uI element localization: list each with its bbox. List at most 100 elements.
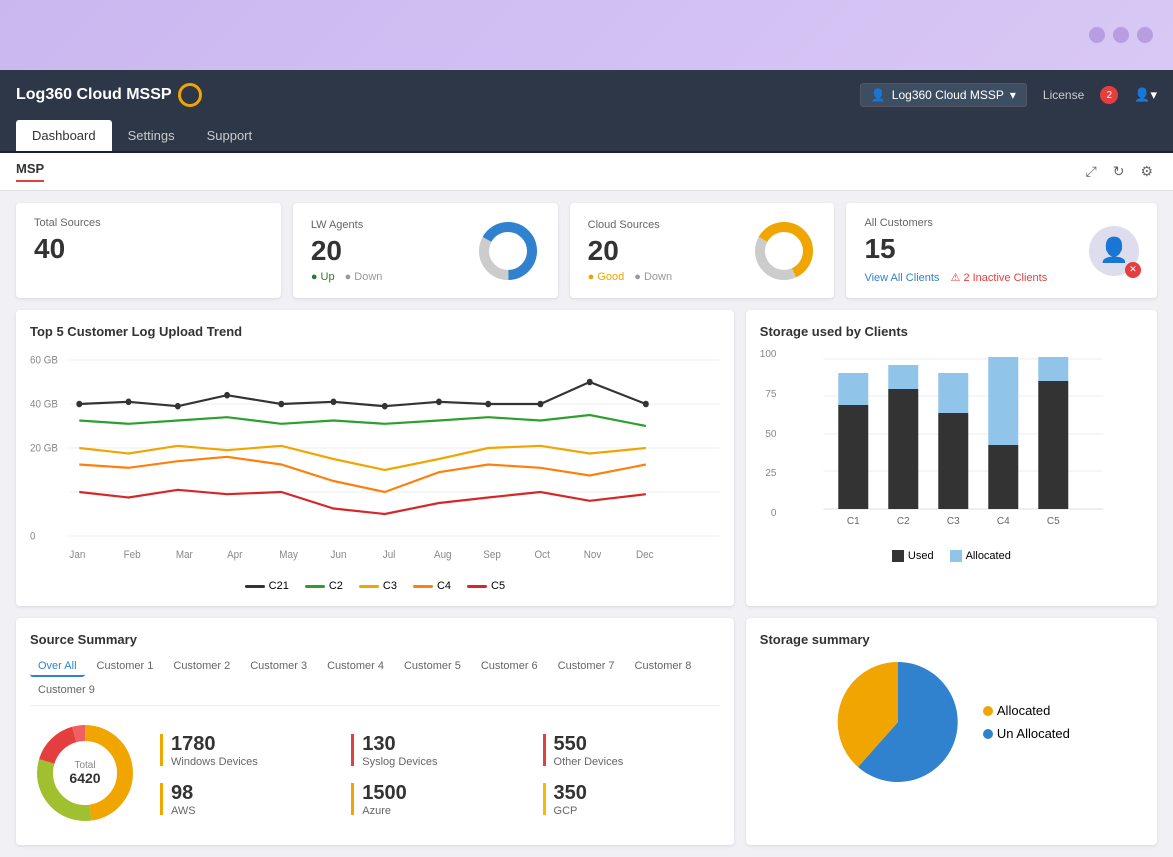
settings-icon[interactable]: ⚙ xyxy=(1136,161,1157,182)
y-axis: 100 75 50 25 0 xyxy=(760,349,781,519)
lw-agents-sub: ● Up ● Down xyxy=(311,271,383,283)
cloud-sources-card: Cloud Sources 20 ● Good ● Down xyxy=(570,203,835,298)
main-content: Total Sources 40 LW Agents 20 ● Up ● Dow… xyxy=(0,191,1173,857)
other-value: 550 xyxy=(554,733,624,756)
source-tab-c6[interactable]: Customer 6 xyxy=(473,657,546,677)
bar-chart-legend: Used Allocated xyxy=(760,550,1143,562)
gcp-bar xyxy=(543,783,546,815)
app-header: Log360 Cloud MSSP 👤 Log360 Cloud MSSP ▾ … xyxy=(0,70,1173,120)
refresh-icon[interactable]: ↻ xyxy=(1109,161,1129,182)
source-tab-c5[interactable]: Customer 5 xyxy=(396,657,469,677)
user-menu-icon[interactable]: 👤▾ xyxy=(1134,87,1157,103)
customer-avatar: 👤 ✕ xyxy=(1089,226,1139,276)
license-label: License xyxy=(1043,88,1084,102)
stat-syslog: 130 Syslog Devices xyxy=(351,733,528,768)
chevron-down-icon: ▾ xyxy=(1010,88,1016,102)
logo-ring xyxy=(178,83,202,107)
cloud-down-label: ● Down xyxy=(634,271,672,283)
tab-support[interactable]: Support xyxy=(191,120,269,151)
pie-chart-area: Allocated Un Allocated xyxy=(760,657,1143,787)
tab-settings[interactable]: Settings xyxy=(112,120,191,151)
source-tab-c2[interactable]: Customer 2 xyxy=(165,657,238,677)
svg-text:60 GB: 60 GB xyxy=(30,355,58,367)
source-stats-grid: 1780 Windows Devices 130 Syslog Devices xyxy=(160,733,720,817)
y-100: 100 xyxy=(760,349,777,360)
cloud-donut xyxy=(752,219,816,283)
c4-label: C4 xyxy=(437,580,451,592)
windows-value: 1780 xyxy=(171,733,258,756)
unallocated-storage-label: Un Allocated xyxy=(997,726,1070,741)
all-customers-value: 15 xyxy=(864,233,1047,265)
legend-used: Used xyxy=(892,550,934,562)
cloud-sources-sub: ● Good ● Down xyxy=(588,271,672,283)
mssp-label: Log360 Cloud MSSP xyxy=(892,88,1004,102)
svg-text:Feb: Feb xyxy=(124,550,141,562)
legend-c5: C5 xyxy=(467,580,505,592)
svg-text:C4: C4 xyxy=(997,516,1010,527)
mssp-selector[interactable]: 👤 Log360 Cloud MSSP ▾ xyxy=(860,83,1027,107)
lw-agents-label: LW Agents xyxy=(311,219,383,231)
svg-text:Apr: Apr xyxy=(227,550,243,562)
source-tab-c8[interactable]: Customer 8 xyxy=(627,657,700,677)
storage-summary-card: Storage summary Allocated xyxy=(746,618,1157,845)
svg-text:Sep: Sep xyxy=(483,550,501,562)
gcp-label: GCP xyxy=(554,805,587,817)
up-label: ● Up xyxy=(311,271,335,283)
dot-3 xyxy=(1137,27,1153,43)
svg-text:40 GB: 40 GB xyxy=(30,399,58,411)
svg-text:May: May xyxy=(279,550,298,562)
stat-aws: 98 AWS xyxy=(160,782,337,817)
storage-clients-title: Storage used by Clients xyxy=(760,324,1143,339)
top-bar xyxy=(0,0,1173,70)
source-tab-c9[interactable]: Customer 9 xyxy=(30,681,103,699)
cloud-sources-value: 20 xyxy=(588,235,672,267)
allocated-storage-label: Allocated xyxy=(997,703,1050,718)
expand-icon[interactable]: ⤢ xyxy=(1082,161,1101,182)
dot-2 xyxy=(1113,27,1129,43)
storage-summary-title: Storage summary xyxy=(760,632,1143,647)
cloud-sources-label: Cloud Sources xyxy=(588,219,672,231)
legend-c3: C3 xyxy=(359,580,397,592)
svg-text:20 GB: 20 GB xyxy=(30,443,58,455)
charts-row: Top 5 Customer Log Upload Trend 60 GB 40… xyxy=(16,310,1157,606)
source-tab-overall[interactable]: Over All xyxy=(30,657,85,677)
top-bar-decoration xyxy=(1089,27,1153,43)
storage-clients-card: Storage used by Clients 100 75 50 25 0 xyxy=(746,310,1157,606)
source-tab-c7[interactable]: Customer 7 xyxy=(550,657,623,677)
aws-value: 98 xyxy=(171,782,196,805)
svg-text:Nov: Nov xyxy=(584,550,602,562)
all-customers-card: All Customers 15 View All Clients ⚠ 2 In… xyxy=(846,203,1157,298)
header-right: 👤 Log360 Cloud MSSP ▾ License 2 👤▾ xyxy=(860,83,1157,107)
tab-dashboard[interactable]: Dashboard xyxy=(16,120,112,151)
total-sources-card: Total Sources 40 xyxy=(16,203,281,298)
y-50: 50 xyxy=(760,429,777,440)
svg-text:C5: C5 xyxy=(1047,516,1060,527)
legend-c2: C2 xyxy=(305,580,343,592)
azure-label: Azure xyxy=(362,805,407,817)
legend-allocated-storage: Allocated xyxy=(983,703,1070,718)
svg-text:C1: C1 xyxy=(847,516,860,527)
upload-trend-card: Top 5 Customer Log Upload Trend 60 GB 40… xyxy=(16,310,734,606)
sub-header-icons: ⤢ ↻ ⚙ xyxy=(1082,161,1158,182)
notification-badge[interactable]: 2 xyxy=(1100,86,1118,104)
svg-text:Aug: Aug xyxy=(434,550,452,562)
source-tab-c3[interactable]: Customer 3 xyxy=(242,657,315,677)
aws-label: AWS xyxy=(171,805,196,817)
msp-label: MSP xyxy=(16,161,44,182)
source-tab-c1[interactable]: Customer 1 xyxy=(89,657,162,677)
y-75: 75 xyxy=(760,389,777,400)
view-all-clients-link[interactable]: View All Clients xyxy=(864,272,939,284)
other-bar xyxy=(543,734,546,766)
all-customers-label: All Customers xyxy=(864,217,1047,229)
person-icon: 👤 xyxy=(871,88,886,102)
customers-info: All Customers 15 View All Clients ⚠ 2 In… xyxy=(864,217,1047,284)
c2-label: C2 xyxy=(329,580,343,592)
svg-text:6420: 6420 xyxy=(69,770,100,786)
used-label: Used xyxy=(908,550,934,562)
total-sources-label: Total Sources xyxy=(34,217,263,229)
inactive-count: 2 Inactive Clients xyxy=(963,272,1047,284)
svg-text:Count: Count xyxy=(784,404,785,429)
svg-text:Jun: Jun xyxy=(331,550,347,562)
source-tab-c4[interactable]: Customer 4 xyxy=(319,657,392,677)
stat-other: 550 Other Devices xyxy=(543,733,720,768)
